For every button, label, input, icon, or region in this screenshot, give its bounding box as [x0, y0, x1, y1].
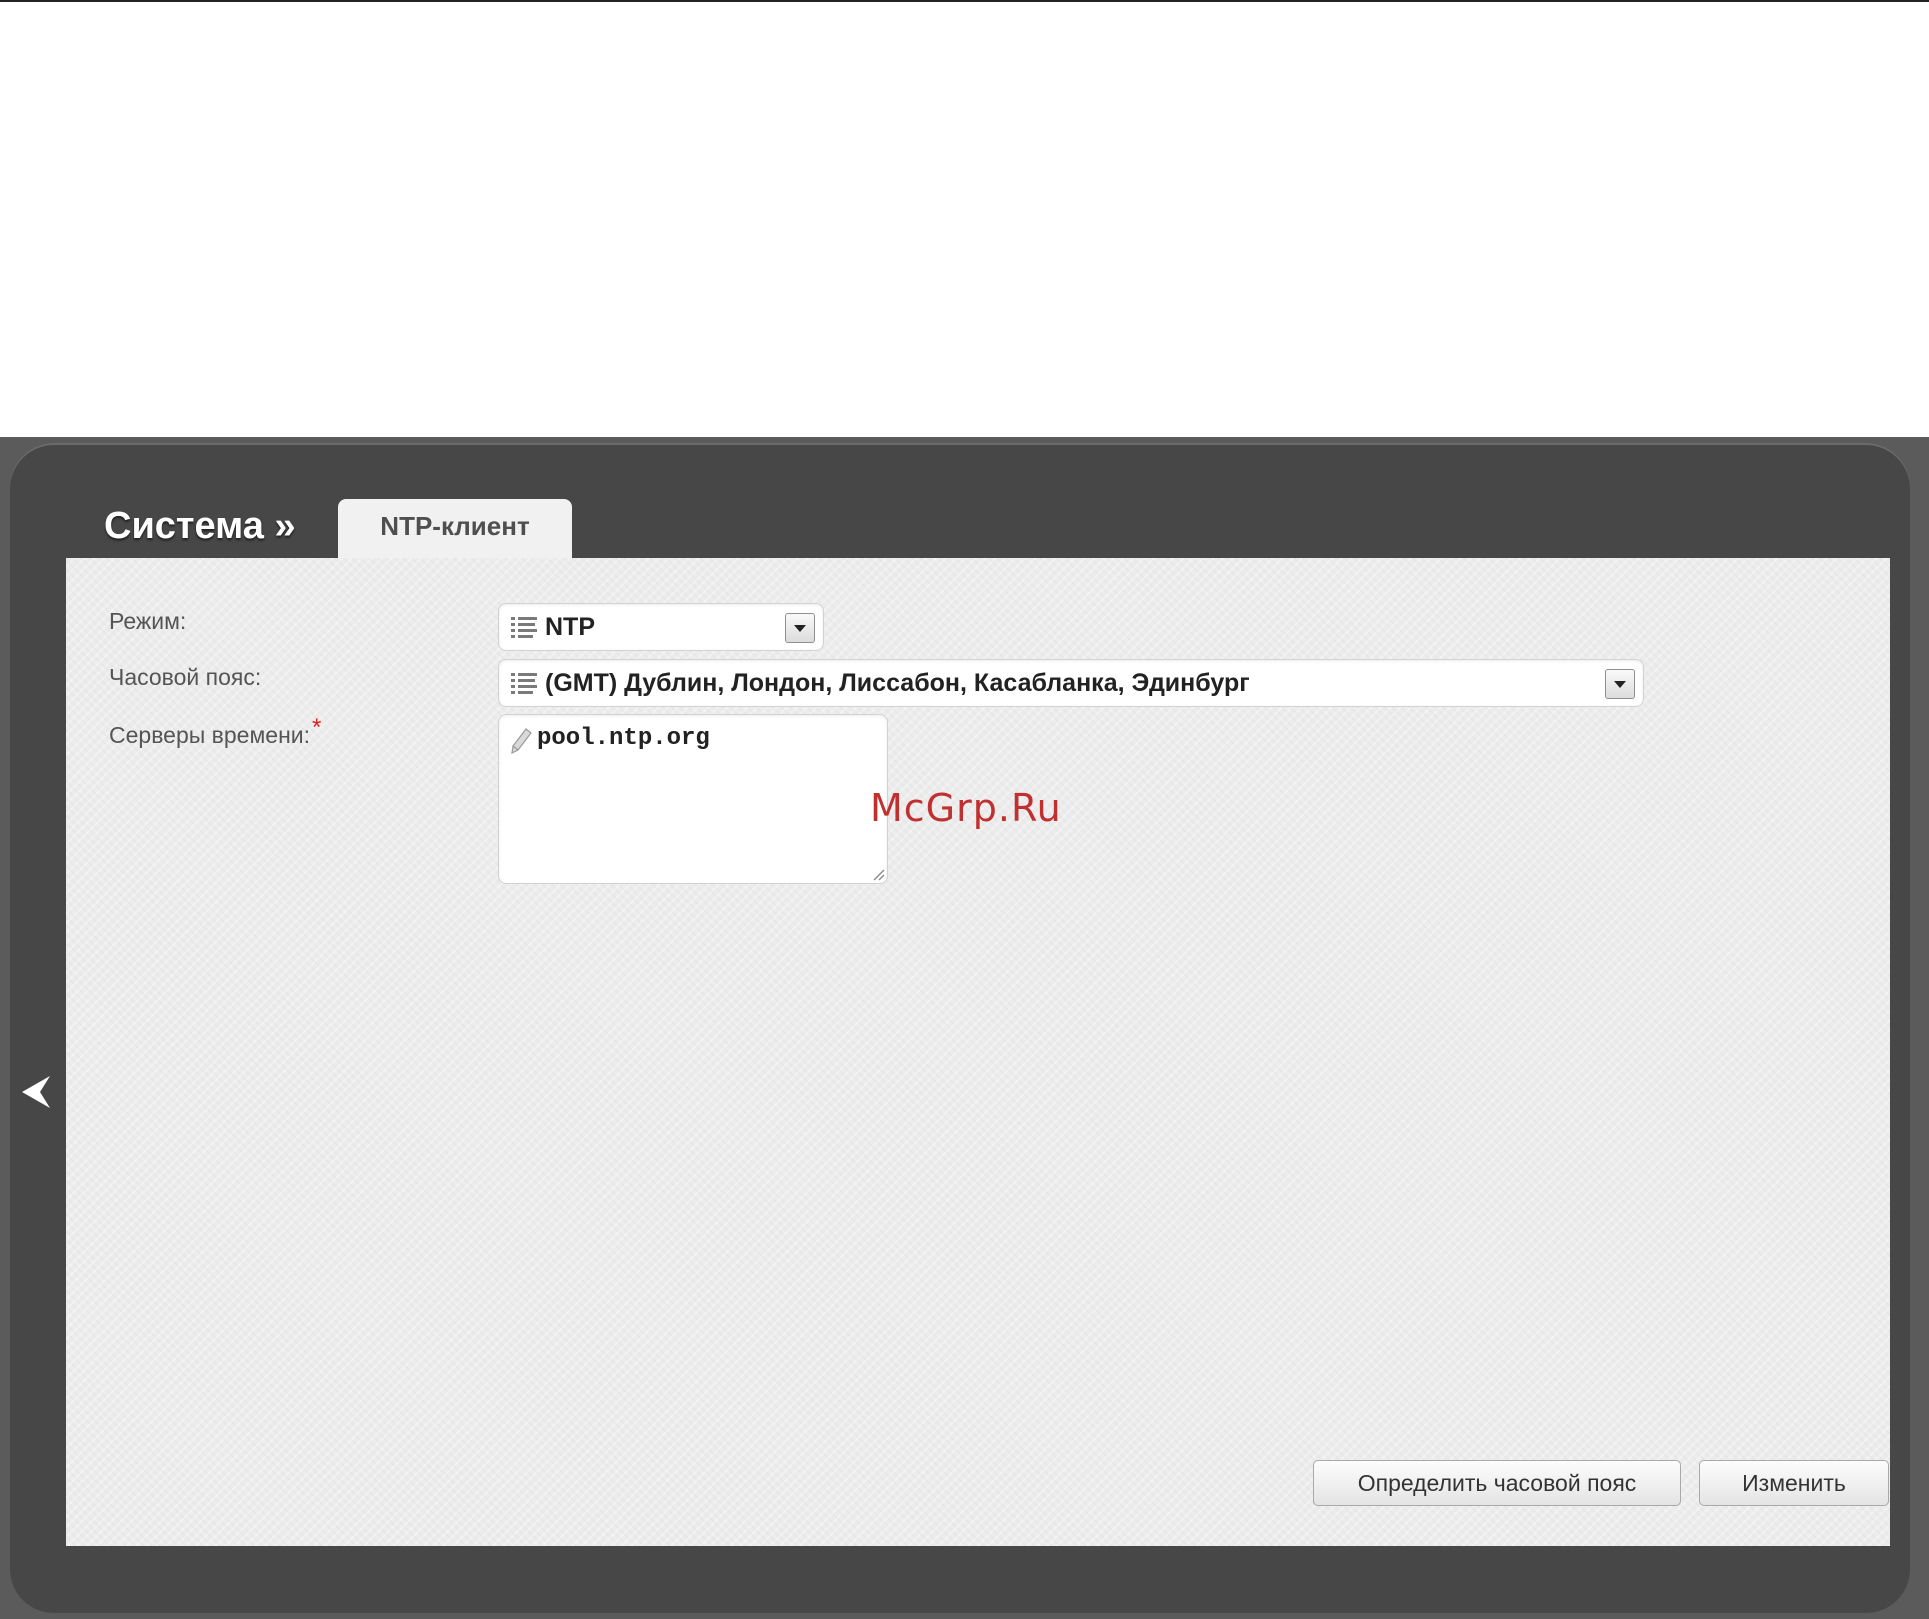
required-mark: * — [312, 714, 322, 741]
timezone-select[interactable]: (GMT) Дублин, Лондон, Лиссабон, Касаблан… — [498, 659, 1644, 707]
top-rule — [0, 0, 1929, 2]
servers-textarea[interactable]: pool.ntp.org — [498, 714, 888, 884]
mode-label: Режим: — [109, 608, 187, 634]
list-icon — [511, 673, 537, 694]
watermark-text: McGrp.Ru — [870, 786, 1062, 830]
servers-label: Серверы времени:* — [109, 714, 321, 750]
breadcrumb-section[interactable]: Система » — [104, 502, 296, 550]
tab-ntp-client[interactable]: NTP-клиент — [338, 499, 572, 559]
pencil-icon — [511, 728, 532, 755]
timezone-value: (GMT) Дублин, Лондон, Лиссабон, Касаблан… — [545, 669, 1250, 697]
mode-select[interactable]: NTP — [498, 603, 824, 651]
apply-button[interactable]: Изменить — [1699, 1460, 1889, 1506]
timezone-label: Часовой пояс: — [109, 664, 262, 690]
list-icon — [511, 617, 537, 638]
mode-value: NTP — [545, 613, 595, 641]
detect-timezone-button[interactable]: Определить часовой пояс — [1313, 1460, 1681, 1506]
chevron-down-icon[interactable] — [1605, 669, 1635, 699]
back-arrow-icon[interactable] — [20, 1074, 54, 1110]
servers-label-text: Серверы времени: — [109, 722, 311, 748]
chevron-down-icon[interactable] — [785, 613, 815, 643]
resize-grip-icon[interactable] — [871, 867, 885, 881]
servers-value: pool.ntp.org — [537, 725, 710, 752]
